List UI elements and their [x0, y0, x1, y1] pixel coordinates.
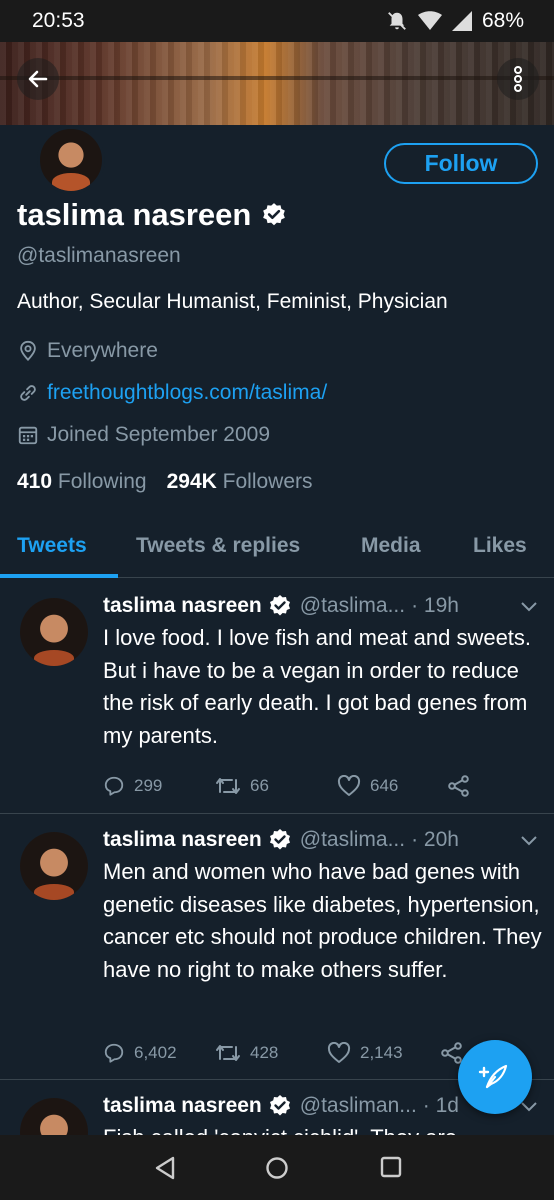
tab-likes[interactable]: Likes: [473, 534, 527, 558]
tweet-author-name[interactable]: taslima nasreen: [103, 1094, 262, 1118]
verified-icon: [269, 595, 290, 616]
followers-stat[interactable]: 294K Followers: [167, 470, 313, 494]
reply-icon: [104, 1043, 124, 1063]
wifi-icon: [417, 11, 442, 30]
follow-counts: 410 Following 294K Followers: [17, 470, 313, 494]
like-count: 2,143: [360, 1043, 403, 1062]
tweet[interactable]: taslima nasreen @taslima... · 20h Men an…: [0, 814, 554, 1080]
tab-tweets-replies[interactable]: Tweets & replies: [136, 534, 300, 558]
reply-button[interactable]: 6,402: [103, 1042, 215, 1064]
tweet[interactable]: taslima nasreen @taslima... · 19h I love…: [0, 578, 554, 814]
retweet-count: 66: [250, 776, 269, 795]
reply-icon: [104, 776, 124, 796]
tab-media[interactable]: Media: [361, 534, 421, 558]
mute-icon: [388, 12, 406, 30]
joined-text: Joined September 2009: [47, 423, 270, 446]
nav-recents-icon[interactable]: [380, 1156, 402, 1178]
tweet-avatar[interactable]: [20, 598, 88, 666]
following-stat[interactable]: 410 Following: [17, 470, 147, 494]
nav-home-icon[interactable]: [265, 1156, 289, 1180]
verified-icon: [263, 203, 286, 226]
tweet-time: · 20h: [411, 828, 459, 851]
like-icon: [327, 1042, 351, 1063]
retweet-button[interactable]: 66: [215, 775, 337, 797]
calendar-icon: [18, 426, 38, 445]
followers-label: Followers: [222, 470, 313, 493]
profile-name: taslima nasreen: [17, 197, 287, 233]
status-time: 20:53: [32, 9, 85, 32]
back-button[interactable]: [17, 58, 59, 100]
more-vertical-icon: [514, 66, 522, 92]
system-navigation-bar: [0, 1135, 554, 1200]
status-bar: 20:53 68%: [0, 0, 554, 42]
tweet-author-handle: @taslima...: [299, 594, 406, 617]
link-icon: [20, 385, 36, 401]
tweet-actions: 299 66 646: [103, 774, 471, 798]
profile-bio: Author, Secular Humanist, Feminist, Phys…: [17, 290, 448, 313]
status-icons: 68%: [386, 9, 524, 33]
more-options-button[interactable]: [497, 58, 539, 100]
profile-joined: Joined September 2009: [17, 423, 270, 447]
website-link[interactable]: freethoughtblogs.com/taslima/: [47, 381, 327, 405]
tweet-avatar[interactable]: [20, 832, 88, 900]
follow-button[interactable]: Follow: [384, 143, 538, 184]
signal-icon: [451, 11, 472, 31]
profile-banner: [0, 42, 554, 125]
following-label: Following: [57, 470, 147, 493]
like-count: 646: [370, 776, 399, 795]
profile-handle: @taslimanasreen: [17, 244, 181, 267]
share-icon: [448, 775, 469, 797]
profile-name-text: taslima nasreen: [17, 197, 252, 232]
tweet-text: I love food. I love fish and meat and sw…: [103, 625, 532, 748]
tab-tweets[interactable]: Tweets: [17, 534, 87, 558]
chevron-down-icon[interactable]: [520, 834, 538, 848]
battery-level: 68%: [481, 9, 524, 32]
tweet-author-name[interactable]: taslima nasreen: [103, 828, 262, 852]
compose-icon: [478, 1064, 508, 1089]
profile-location: Everywhere: [17, 339, 158, 363]
verified-icon: [269, 1095, 290, 1116]
like-button[interactable]: 2,143: [327, 1042, 440, 1064]
following-count: 410: [17, 470, 53, 493]
compose-tweet-button[interactable]: [458, 1040, 532, 1114]
tweet-author-handle: @taslima...: [299, 828, 406, 851]
like-button[interactable]: 646: [337, 775, 447, 797]
tweet-header: taslima nasreen @taslima... · 19h: [103, 594, 459, 618]
tweet-header: taslima nasreen @taslima... · 20h: [103, 828, 459, 852]
tweet-header: taslima nasreen @tasliman... · 1d: [103, 1094, 459, 1118]
chevron-down-icon[interactable]: [520, 1100, 538, 1114]
tweet-text: Fish called 'convict cichlid'. They are: [103, 1122, 543, 1135]
tweet-text: Men and women who have bad genes with ge…: [103, 859, 542, 982]
verified-icon: [269, 829, 290, 850]
chevron-down-icon[interactable]: [520, 600, 538, 614]
profile-tabs: Tweets Tweets & replies Media Likes: [0, 520, 554, 578]
retweet-count: 428: [250, 1043, 279, 1062]
location-text: Everywhere: [47, 339, 158, 362]
reply-button[interactable]: 299: [103, 775, 215, 797]
tweet-actions: 6,402 428 2,143: [103, 1041, 464, 1065]
location-icon: [20, 340, 36, 362]
retweet-button[interactable]: 428: [215, 1042, 327, 1064]
tweet-time: · 19h: [411, 594, 459, 617]
nav-back-icon[interactable]: [154, 1156, 176, 1180]
followers-count: 294K: [166, 470, 217, 493]
profile-website[interactable]: freethoughtblogs.com/taslima/: [17, 381, 327, 405]
back-arrow-icon: [28, 70, 48, 88]
reply-count: 6,402: [134, 1043, 177, 1062]
share-button[interactable]: [447, 774, 471, 798]
tweet-author-name[interactable]: taslima nasreen: [103, 594, 262, 618]
retweet-icon: [216, 778, 240, 794]
tweet-avatar[interactable]: [20, 1098, 88, 1135]
tweet-author-handle: @tasliman...: [299, 1094, 417, 1117]
reply-count: 299: [134, 776, 163, 795]
like-icon: [337, 775, 361, 796]
tweet-time: · 1d: [422, 1094, 459, 1117]
retweet-icon: [216, 1045, 240, 1061]
profile-avatar[interactable]: [37, 126, 105, 194]
